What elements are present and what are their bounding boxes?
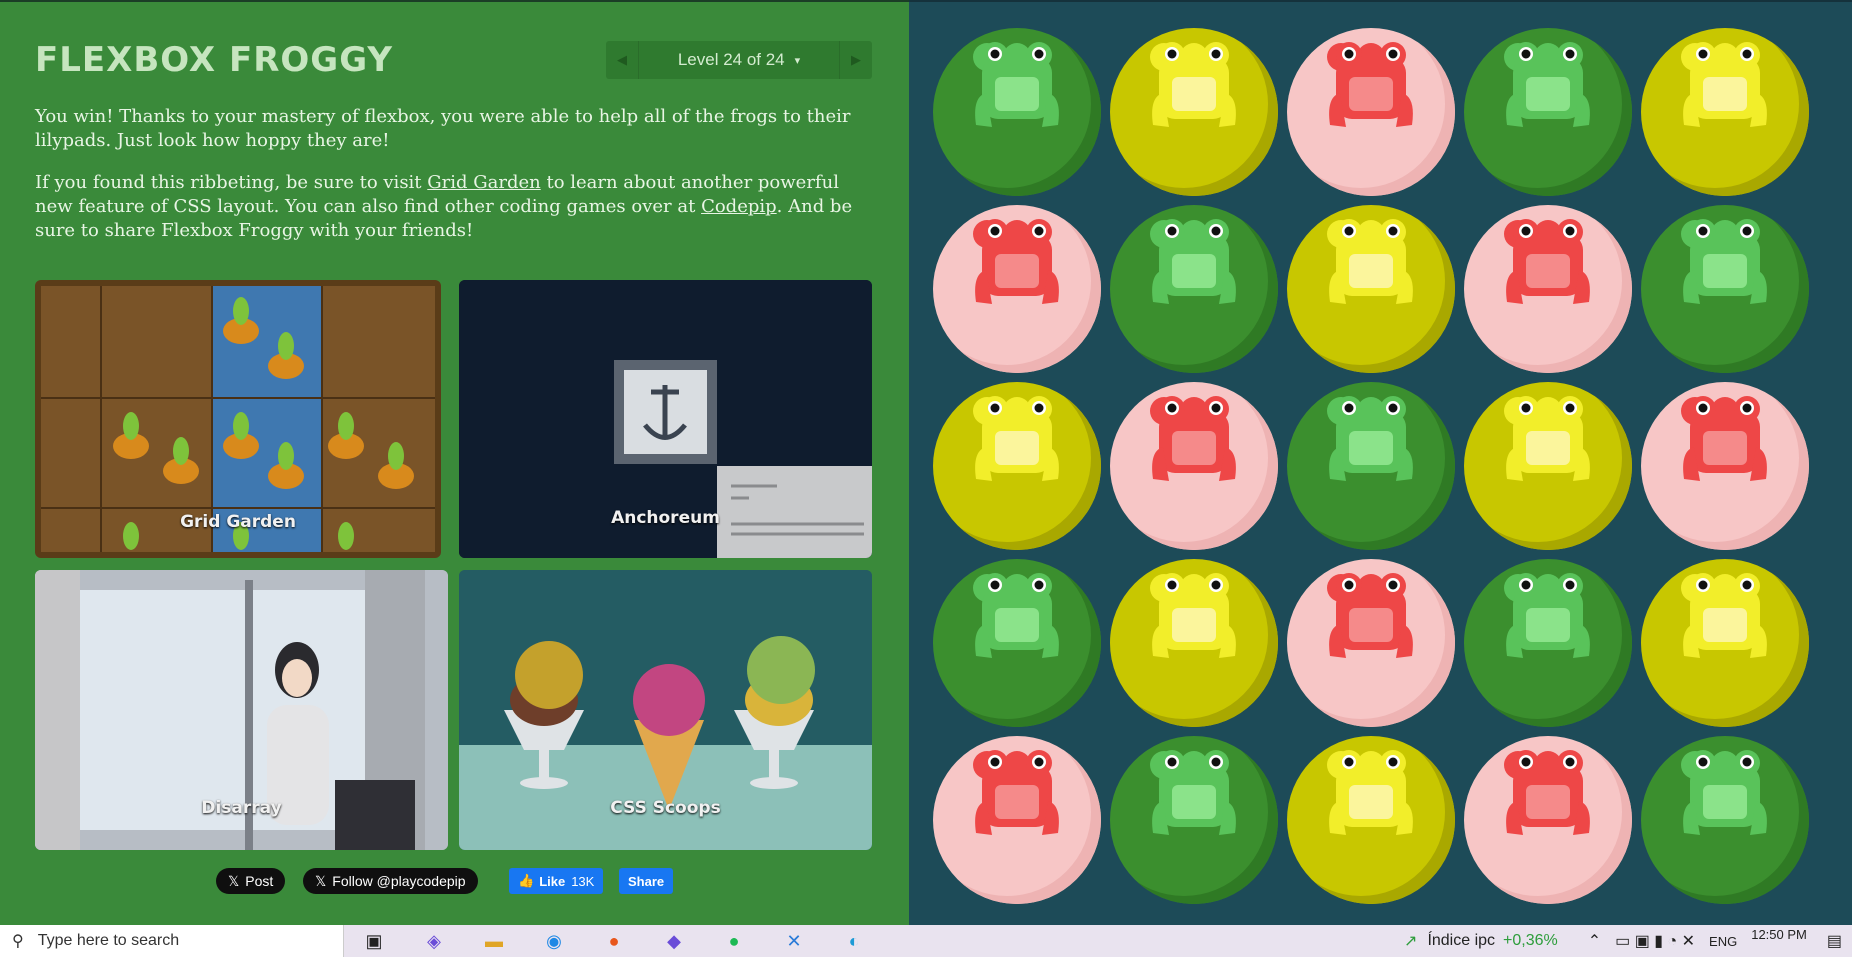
frog-green [973,573,1059,658]
frog-red [1504,219,1590,304]
frog-green [1681,750,1767,835]
app-icon[interactable]: ◆ [644,925,704,957]
game-tile-label: Grid Garden [180,512,296,532]
level-indicator: Level 24 of 24 [677,50,785,69]
x-follow-button[interactable]: 𝕏 Follow @playcodepip [303,868,478,894]
win-message: You win! Thanks to your mastery of flexb… [35,106,851,151]
clock[interactable]: 12:50 PM [1751,927,1807,942]
stock-up-icon: ↗ [1404,933,1418,950]
page-title: FLEXBOX FROGGY [35,40,393,80]
level-dropdown[interactable]: Level 24 of 24 ▾ [638,41,840,79]
vscode-icon[interactable]: ✕ [764,925,824,957]
prev-level-button[interactable]: ◀ [606,41,638,79]
frog-green [1150,219,1236,304]
edge-icon[interactable]: ◐ [824,925,884,957]
game-tile-anchoreum[interactable]: Anchoreum [459,280,872,558]
task-view-icon[interactable]: ▣ [344,925,404,957]
grid-garden-link[interactable]: Grid Garden [427,172,540,193]
search-input[interactable]: Type here to search [38,932,179,950]
copilot-icon[interactable]: ◈ [404,925,464,957]
frog-red [1327,573,1413,658]
frog-yellow [973,396,1059,481]
chevron-up-icon[interactable]: ⌃ [1588,931,1601,951]
facebook-share-button[interactable]: Share [619,868,674,894]
pond-board [909,0,1852,925]
codepip-link[interactable]: Codepip [701,196,777,217]
game-tile-css-scoops[interactable]: CSS Scoops [459,570,872,850]
game-tile-label: Anchoreum [611,508,720,528]
frog-green [1150,750,1236,835]
frog-green [1681,219,1767,304]
frog-green [1327,396,1413,481]
facebook-like-button[interactable]: 👍 Like 13K [509,868,604,894]
windows-taskbar: ⚲ Type here to search ▣ ◈ ▬ ◉ ● ◆ ● ✕ ◐ … [0,925,1852,957]
safari-icon[interactable]: ◉ [524,925,584,957]
game-tile-disarray[interactable]: Disarray [35,570,448,850]
frog-red [1327,42,1413,127]
spotify-icon[interactable]: ● [704,925,764,957]
caret-down-icon: ▾ [794,54,801,67]
x-logo-icon: 𝕏 [315,872,327,889]
frog-red [1150,396,1236,481]
game-tile-label: Disarray [201,798,282,818]
taskbar-search[interactable]: ⚲ Type here to search [0,925,344,957]
file-explorer-icon[interactable]: ▬ [464,925,524,957]
frog-yellow [1150,573,1236,658]
frog-red [973,750,1059,835]
frog-yellow [1327,750,1413,835]
arrow-right-icon: ▶ [851,52,861,67]
frog-red [1504,750,1590,835]
instructions-panel: FLEXBOX FROGGY ◀ Level 24 of 24 ▾ ▶ You … [0,0,909,925]
stock-label[interactable]: Índice ipc [1427,932,1495,950]
stock-change: +0,36% [1503,932,1558,949]
game-tile-label: CSS Scoops [610,798,721,818]
frog-green [1504,573,1590,658]
x-post-button[interactable]: 𝕏 Post [216,868,286,894]
frog-yellow [1150,42,1236,127]
search-icon: ⚲ [12,933,24,950]
frog-yellow [1681,573,1767,658]
thumbs-up-icon: 👍 [518,873,535,888]
level-selector[interactable]: ◀ Level 24 of 24 ▾ ▶ [606,41,872,79]
frog-yellow [1327,219,1413,304]
system-tray-icons[interactable]: ▭ ▣ ▮ ◔ ✕ [1615,931,1695,951]
firefox-icon[interactable]: ● [584,925,644,957]
frog-green [973,42,1059,127]
next-level-button[interactable]: ▶ [840,41,872,79]
frog-red [1681,396,1767,481]
frog-green [1504,42,1590,127]
frog-yellow [1681,42,1767,127]
notifications-icon[interactable]: ▤ [1827,931,1842,951]
frog-yellow [1504,396,1590,481]
arrow-left-icon: ◀ [617,52,627,67]
game-tile-grid-garden[interactable]: Grid Garden [35,280,441,558]
x-logo-icon: 𝕏 [228,872,240,889]
language-indicator[interactable]: ENG [1709,934,1737,949]
share-message: If you found this ribbeting, be sure to … [35,172,853,241]
frog-red [973,219,1059,304]
